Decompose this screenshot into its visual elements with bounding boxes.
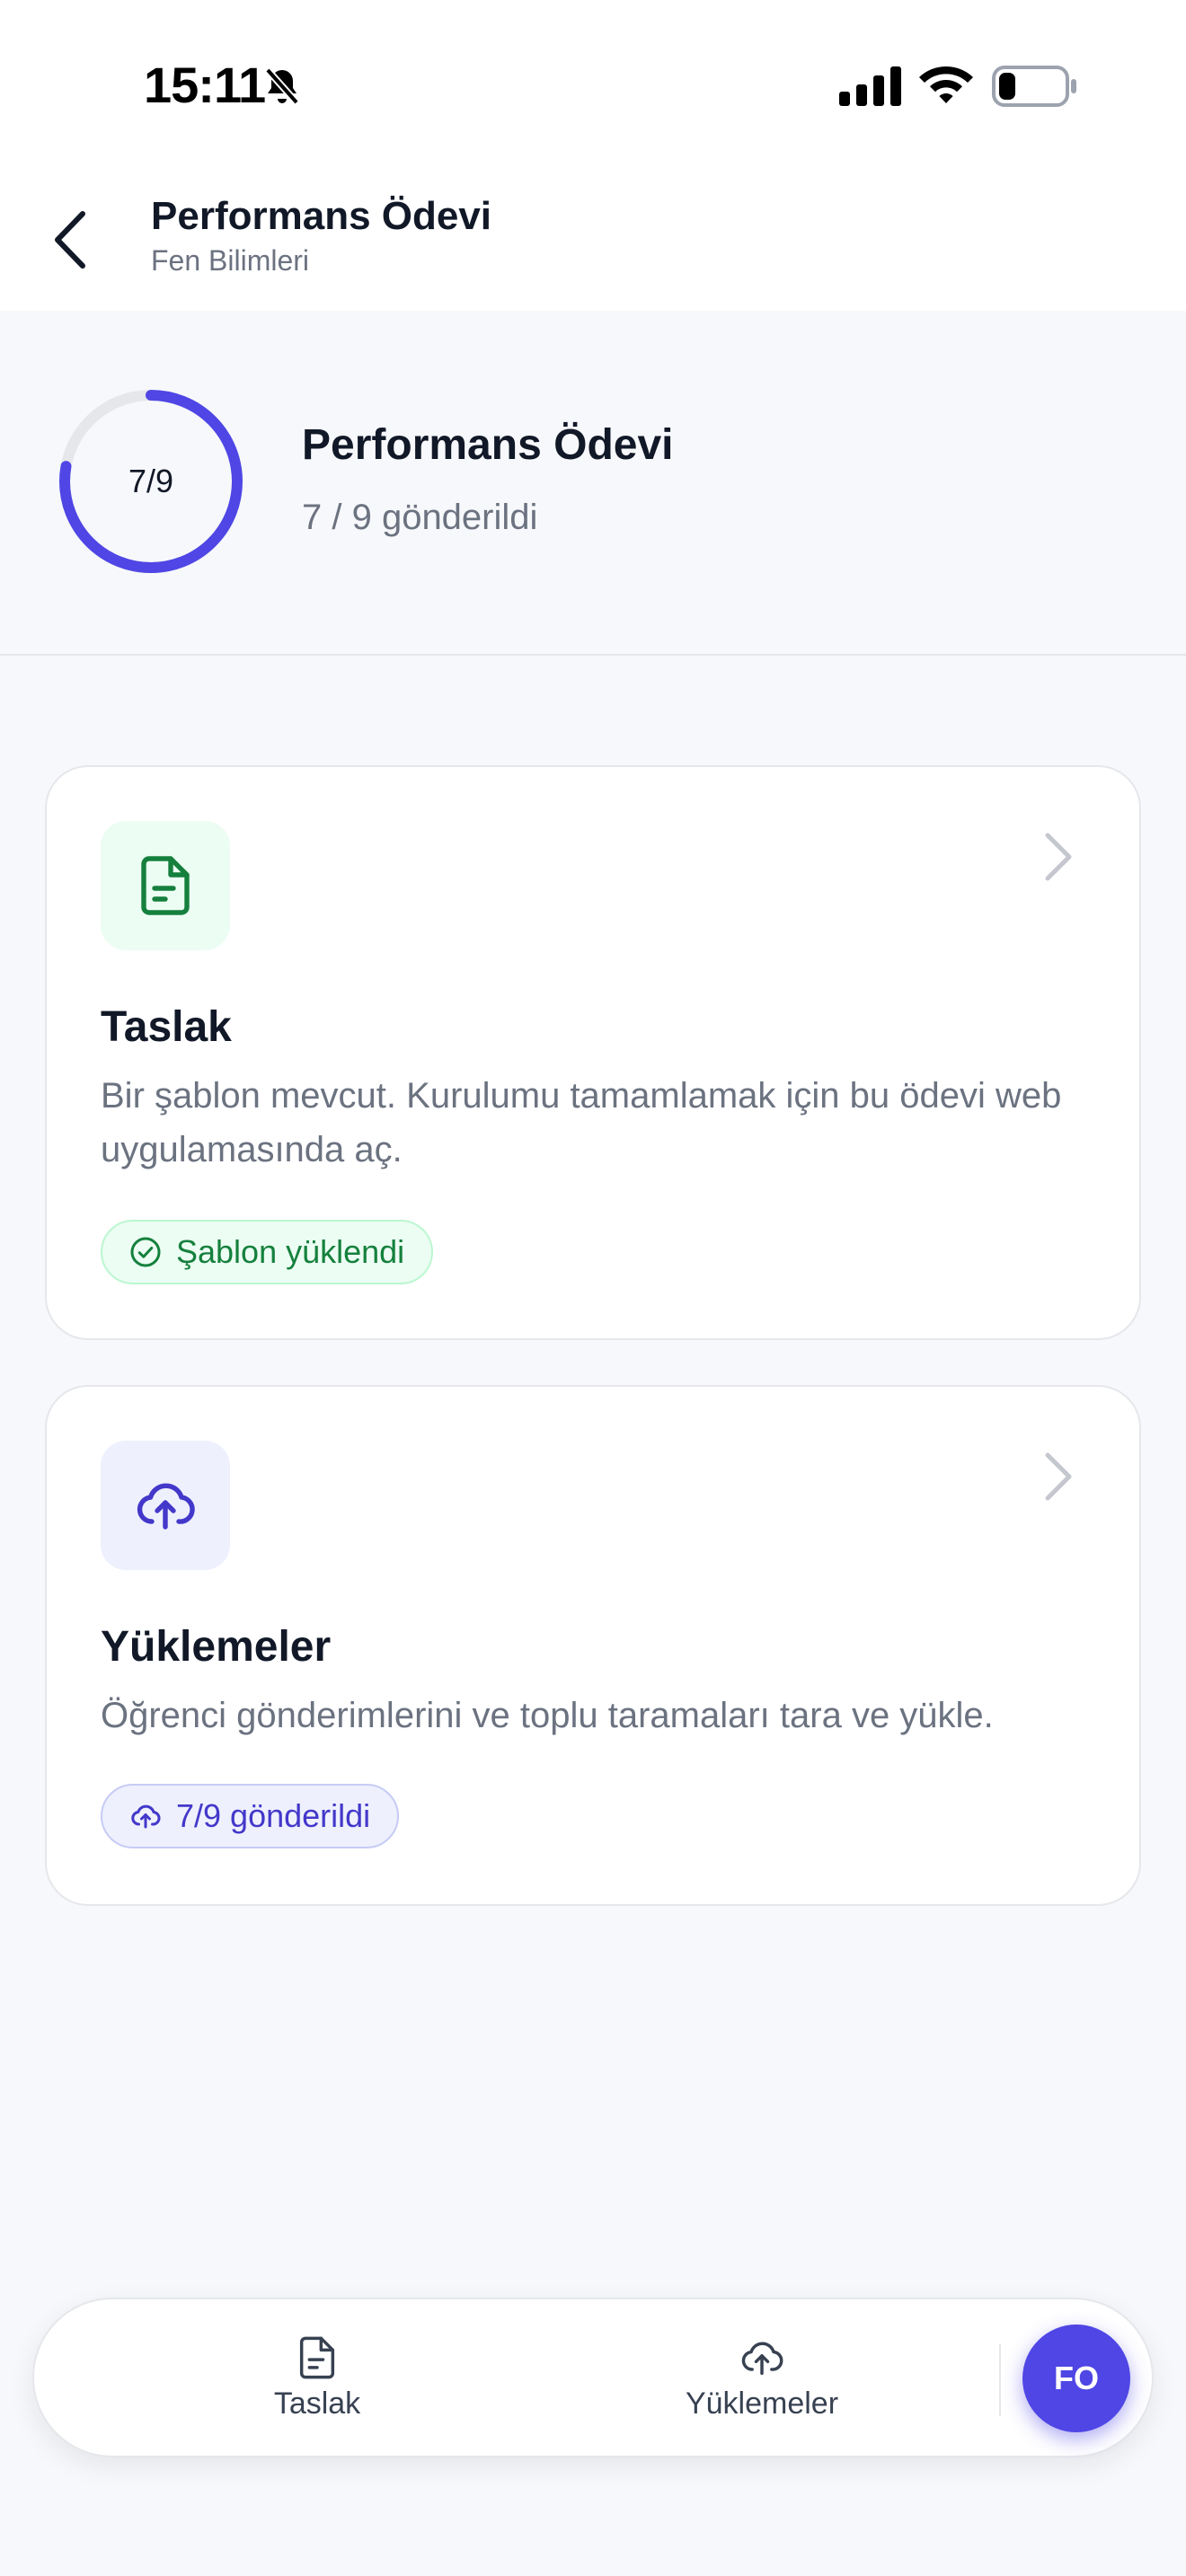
chevron-left-icon[interactable] (49, 207, 92, 273)
submitted-count-badge: 7/9 gönderildi (101, 1784, 400, 1848)
check-circle-icon (130, 1237, 161, 1267)
nav-header: Performans Ödevi Fen Bilimleri (0, 171, 1186, 311)
document-icon (299, 2336, 335, 2378)
submission-summary: 7/9 Performans Ödevi 7 / 9 gönderildi (0, 311, 1186, 656)
summary-title: Performans Ödevi (302, 421, 674, 469)
status-bar: 15:11 (0, 0, 1186, 171)
template-uploaded-badge-label: Şablon yüklendi (176, 1233, 405, 1270)
tab-uploads[interactable]: Yüklemeler (591, 2299, 933, 2456)
chevron-right-icon (1045, 1452, 1072, 1501)
tab-divider (999, 2344, 1001, 2416)
page-subtitle: Fen Bilimleri (151, 244, 310, 277)
draft-card-icon-box (101, 821, 230, 950)
page-title: Performans Ödevi (151, 194, 492, 238)
cloud-upload-icon (131, 1804, 161, 1829)
avatar[interactable]: FO (1022, 2325, 1130, 2432)
document-icon (141, 856, 190, 915)
uploads-card[interactable]: Yüklemeler Öğrenci gönderimlerini ve top… (45, 1385, 1141, 1906)
chevron-right-icon (1045, 833, 1072, 881)
cloud-upload-icon (741, 2342, 783, 2375)
template-uploaded-badge: Şablon yüklendi (101, 1220, 434, 1284)
battery-icon (992, 66, 1076, 107)
status-time: 15:11 (144, 57, 266, 113)
tab-uploads-label: Yüklemeler (685, 2386, 839, 2421)
uploads-card-icon-box (101, 1441, 230, 1570)
progress-label: 7/9 (128, 463, 174, 499)
bottom-tab-bar: Taslak Yüklemeler FO (32, 2298, 1154, 2457)
uploads-card-description: Öğrenci gönderimlerini ve toplu taramala… (101, 1696, 994, 1735)
draft-card-title: Taslak (101, 1003, 232, 1051)
uploads-card-title: Yüklemeler (101, 1623, 332, 1671)
submitted-count-badge-label: 7/9 gönderildi (176, 1797, 371, 1834)
tab-draft[interactable]: Taslak (160, 2299, 474, 2456)
draft-card[interactable]: Taslak Bir şablon mevcut. Kurulumu tamam… (45, 765, 1141, 1340)
tab-draft-label: Taslak (273, 2386, 361, 2421)
bell-slash-icon (265, 67, 299, 105)
cellular-signal-icon (839, 66, 901, 106)
cloud-upload-icon (137, 1483, 195, 1530)
summary-status: 7 / 9 gönderildi (302, 498, 538, 537)
wifi-icon (919, 66, 973, 103)
draft-card-description: Bir şablon mevcut. Kurulumu tamamlamak i… (101, 1076, 1062, 1169)
